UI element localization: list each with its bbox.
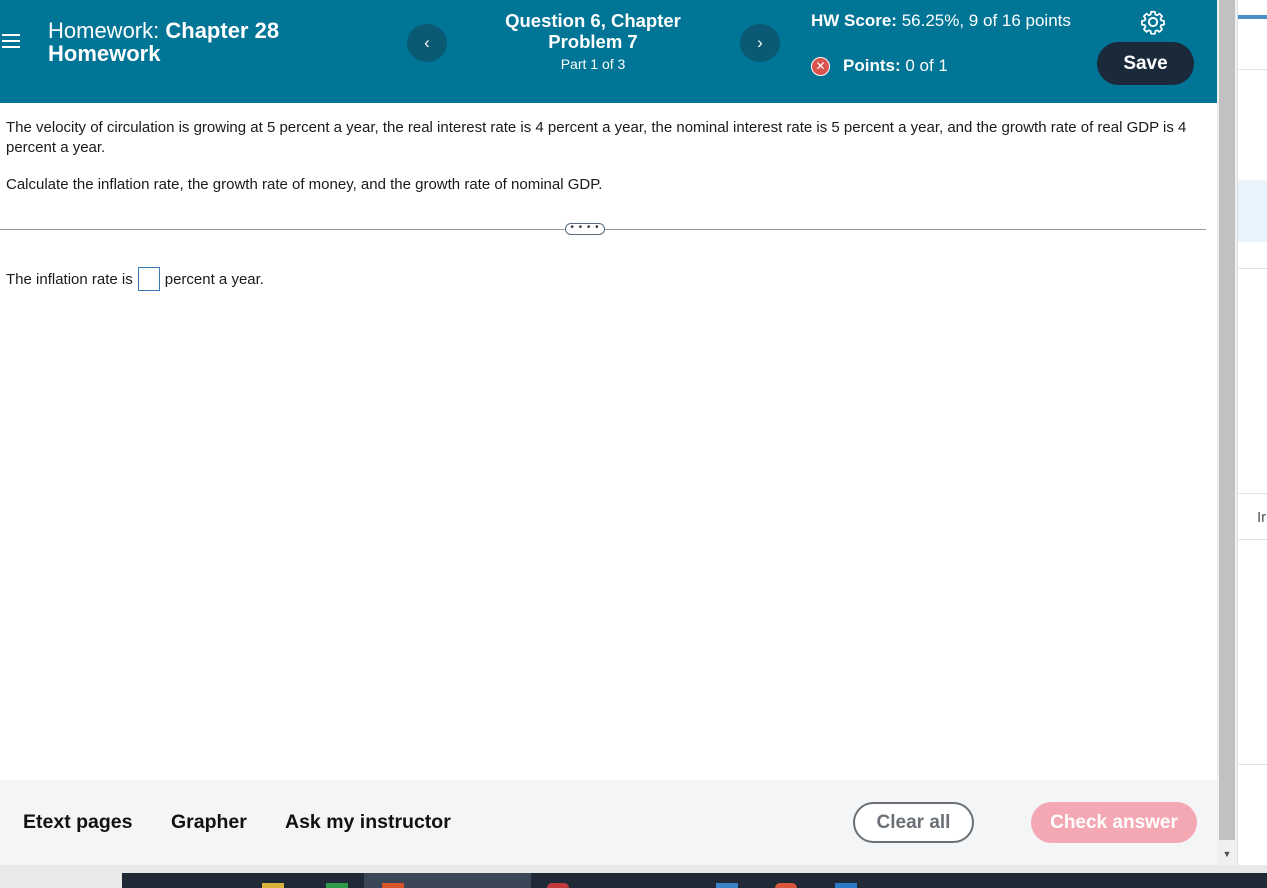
clear-all-button[interactable]: Clear all (853, 802, 974, 843)
question-text: The velocity of circulation is growing a… (6, 118, 1201, 212)
app-icon[interactable] (835, 883, 857, 888)
question-title: Question 6, Chapter Problem 7 (505, 10, 681, 52)
side-panel: Ir (1237, 0, 1267, 865)
side-panel-text: Ir (1257, 509, 1267, 526)
hw-score-value: 56.25%, 9 of 16 points (901, 11, 1071, 30)
grapher-link[interactable]: Grapher (171, 811, 247, 834)
side-panel-line (1238, 539, 1267, 540)
side-panel-line (1238, 764, 1267, 765)
question-header: Question 6, Chapter Problem 7 Part 1 of … (478, 10, 708, 72)
points-value: 0 of 1 (905, 56, 948, 75)
question-paragraph-1: The velocity of circulation is growing a… (6, 119, 1187, 156)
etext-pages-link[interactable]: Etext pages (23, 811, 132, 834)
side-panel-line (1238, 268, 1267, 269)
points-status: ✕ Points: 0 of 1 (811, 56, 948, 76)
question-part: Part 1 of 3 (560, 56, 626, 72)
question-paragraph-2: Calculate the inflation rate, the growth… (6, 176, 603, 193)
points-label: Points: (843, 56, 901, 75)
taskbar (0, 865, 1267, 888)
scrollbar-thumb[interactable] (1219, 0, 1235, 840)
side-panel-accent (1238, 15, 1267, 19)
folder-icon[interactable] (262, 883, 284, 888)
app-icon[interactable] (382, 883, 404, 888)
bottom-toolbar: Etext pages Grapher Ask my instructor Cl… (0, 780, 1217, 865)
homework-app: Homework: Chapter 28 Homework ‹ Question… (0, 0, 1217, 865)
app-icon[interactable] (716, 883, 738, 888)
header-bar: Homework: Chapter 28 Homework ‹ Question… (0, 0, 1217, 103)
chrome-icon[interactable] (547, 883, 569, 888)
side-panel-line (1238, 69, 1267, 70)
answer-suffix: percent a year. (164, 270, 264, 288)
side-panel-line (1238, 493, 1267, 494)
sheets-icon[interactable] (326, 883, 348, 888)
gear-icon[interactable] (1140, 9, 1166, 35)
save-button[interactable]: Save (1097, 42, 1194, 85)
hamburger-icon[interactable] (2, 30, 24, 54)
check-answer-button[interactable]: Check answer (1031, 802, 1197, 843)
homework-title: Homework: Chapter 28 Homework (48, 19, 378, 65)
next-question-button[interactable]: › (740, 24, 780, 62)
x-circle-icon: ✕ (811, 56, 830, 76)
ask-instructor-link[interactable]: Ask my instructor (285, 811, 451, 834)
vertical-scrollbar[interactable]: ▼ (1217, 0, 1237, 865)
side-panel-highlight (1238, 180, 1267, 242)
scroll-down-arrow-icon[interactable]: ▼ (1217, 845, 1237, 863)
hw-score-label: HW Score: (811, 11, 897, 30)
homework-prefix: Homework: (48, 18, 160, 43)
app-icon[interactable] (775, 883, 797, 888)
expand-toggle[interactable]: • • • • (565, 223, 605, 235)
answer-prefix: The inflation rate is (6, 270, 133, 288)
hw-score: HW Score: 56.25%, 9 of 16 points (811, 10, 1071, 32)
inflation-rate-input[interactable] (137, 267, 160, 291)
previous-question-button[interactable]: ‹ (407, 24, 447, 62)
taskbar-strip (122, 873, 1267, 888)
answer-row: The inflation rate is percent a year. (6, 267, 264, 291)
